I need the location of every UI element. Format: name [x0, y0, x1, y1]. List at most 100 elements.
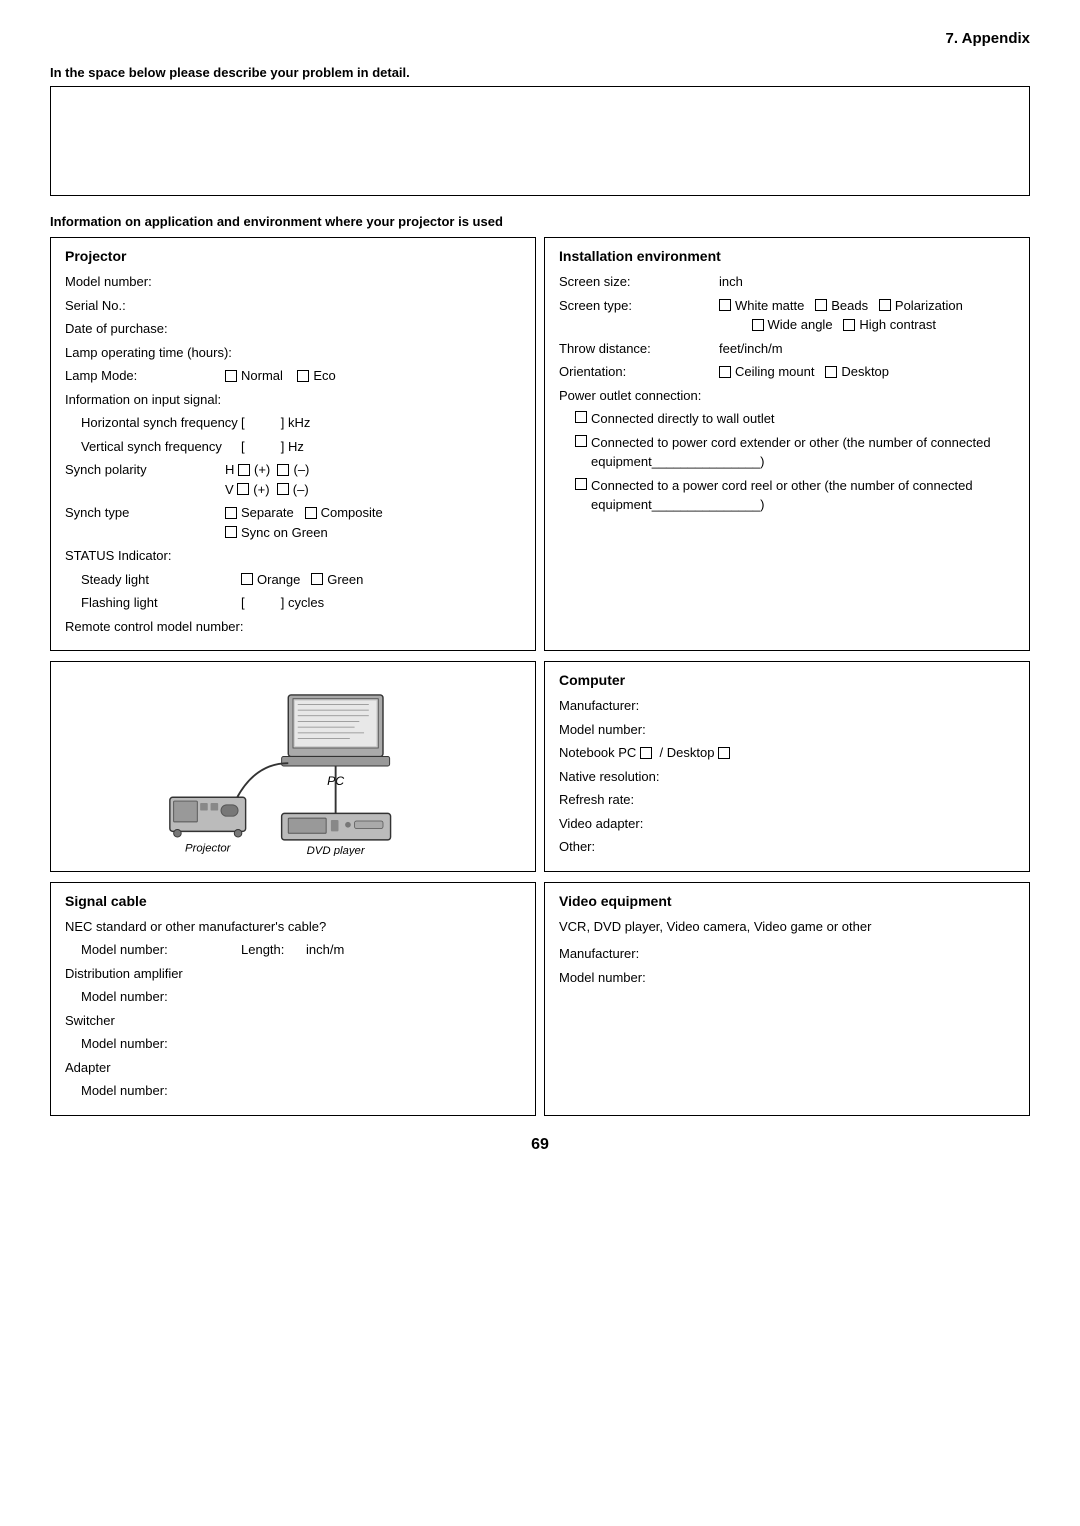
steady-light-label: Steady light [81, 570, 241, 590]
signal-cable-box: Signal cable NEC standard or other manuf… [50, 882, 536, 1116]
flashing-light-value: [ ] cycles [241, 593, 521, 613]
synch-polarity-row: Synch polarity H (+) (–) V (+) (–) [65, 460, 521, 499]
refresh-rate-label: Refresh rate: [559, 790, 634, 810]
adapter-row: Adapter [65, 1058, 521, 1078]
remote-control-row: Remote control model number: [65, 617, 521, 637]
white-matte-checkbox[interactable] [719, 299, 731, 311]
problem-text-box[interactable] [50, 86, 1030, 196]
eco-checkbox[interactable] [297, 370, 309, 382]
dist-model-label: Model number: [81, 987, 168, 1007]
video-model-row: Model number: [559, 968, 1015, 988]
v-synch-value: [ ] Hz [241, 437, 521, 457]
info-label: Information on application and environme… [50, 214, 1030, 229]
synch-type-label: Synch type [65, 503, 225, 523]
screen-size-label: Screen size: [559, 272, 719, 292]
lamp-hours-label: Lamp operating time (hours): [65, 343, 232, 363]
wide-angle-checkbox[interactable] [752, 319, 764, 331]
flashing-light-row: Flashing light [ ] cycles [81, 593, 521, 613]
video-equipment-box: Video equipment VCR, DVD player, Video c… [544, 882, 1030, 1116]
video-manufacturer-label: Manufacturer: [559, 944, 639, 964]
separate-checkbox[interactable] [225, 507, 237, 519]
reel-text: Connected to a power cord reel or other … [591, 476, 1015, 515]
synch-polarity-value: H (+) (–) V (+) (–) [225, 460, 521, 499]
lamp-mode-row: Lamp Mode: Normal Eco [65, 366, 521, 386]
throw-distance-row: Throw distance: feet/inch/m [559, 339, 1015, 359]
composite-checkbox[interactable] [305, 507, 317, 519]
computer-manufacturer-row: Manufacturer: [559, 696, 1015, 716]
notebook-checkbox[interactable] [640, 747, 652, 759]
signal-cable-title: Signal cable [65, 893, 521, 909]
notebook-desktop-row: Notebook PC / Desktop [559, 743, 1015, 763]
v-synch-label: Vertical synch frequency [81, 437, 241, 457]
date-purchase-row: Date of purchase: [65, 319, 521, 339]
computer-model-label: Model number: [559, 720, 646, 740]
input-signal-row: Information on input signal: [65, 390, 521, 410]
remote-control-label: Remote control model number: [65, 617, 243, 637]
direct-wall-checkbox[interactable] [575, 411, 587, 423]
status-indicator-row: STATUS Indicator: [65, 546, 521, 566]
video-description-text: VCR, DVD player, Video camera, Video gam… [559, 917, 871, 937]
input-signal-label: Information on input signal: [65, 390, 225, 410]
computer-title: Computer [559, 672, 1015, 688]
power-outlet-label-row: Power outlet connection: [559, 386, 1015, 406]
screen-type-row: Screen type: White matte Beads Polarizat… [559, 296, 1015, 335]
nec-standard-text: NEC standard or other manufacturer's cab… [65, 917, 326, 937]
v-minus-checkbox[interactable] [277, 483, 289, 495]
switcher-row: Switcher [65, 1011, 521, 1031]
computer-box: Computer Manufacturer: Model number: Not… [544, 661, 1030, 872]
other-label: Other: [559, 837, 595, 857]
high-contrast-checkbox[interactable] [843, 319, 855, 331]
lamp-mode-label: Lamp Mode: [65, 366, 225, 386]
screen-size-value: inch [719, 272, 1015, 292]
native-resolution-label: Native resolution: [559, 767, 659, 787]
throw-distance-value: feet/inch/m [719, 339, 1015, 359]
adapter-model-label: Model number: [81, 1081, 168, 1101]
synch-polarity-label: Synch polarity [65, 460, 225, 480]
status-indicator-label: STATUS Indicator: [65, 546, 225, 566]
screen-type-options: White matte Beads Polarization Wide angl… [719, 296, 1015, 335]
direct-wall-text: Connected directly to wall outlet [591, 409, 775, 429]
bottom-two-col: Signal cable NEC standard or other manuf… [50, 882, 1030, 1116]
polarization-checkbox[interactable] [879, 299, 891, 311]
power-outlet-label: Power outlet connection: [559, 386, 701, 406]
v-synch-row: Vertical synch frequency [ ] Hz [81, 437, 521, 457]
h-minus-checkbox[interactable] [277, 464, 289, 476]
native-resolution-row: Native resolution: [559, 767, 1015, 787]
signal-model-row: Model number: Length: inch/m [81, 940, 521, 960]
video-model-label: Model number: [559, 968, 646, 988]
v-plus-checkbox[interactable] [237, 483, 249, 495]
reel-checkbox[interactable] [575, 478, 587, 490]
serial-no-label: Serial No.: [65, 296, 225, 316]
normal-checkbox[interactable] [225, 370, 237, 382]
beads-checkbox[interactable] [815, 299, 827, 311]
switch-model-row: Model number: [81, 1034, 521, 1054]
green-checkbox[interactable] [311, 573, 323, 585]
computer-model-row: Model number: [559, 720, 1015, 740]
extender-text: Connected to power cord extender or othe… [591, 433, 1015, 472]
dist-model-row: Model number: [81, 987, 521, 1007]
page-number: 69 [50, 1136, 1030, 1154]
installation-title: Installation environment [559, 248, 1015, 264]
desktop-checkbox[interactable] [825, 366, 837, 378]
nec-standard-row: NEC standard or other manufacturer's cab… [65, 917, 521, 937]
video-manufacturer-row: Manufacturer: [559, 944, 1015, 964]
installation-box: Installation environment Screen size: in… [544, 237, 1030, 651]
computer-manufacturer-label: Manufacturer: [559, 696, 639, 716]
video-adapter-row: Video adapter: [559, 814, 1015, 834]
sync-green-checkbox[interactable] [225, 526, 237, 538]
ceiling-mount-checkbox[interactable] [719, 366, 731, 378]
orange-checkbox[interactable] [241, 573, 253, 585]
date-purchase-label: Date of purchase: [65, 319, 225, 339]
notebook-desktop-text: Notebook PC / Desktop [559, 743, 734, 763]
steady-light-options: Orange Green [241, 570, 521, 590]
orientation-label: Orientation: [559, 362, 719, 382]
signal-model-value: Length: inch/m [241, 940, 521, 960]
synch-type-row: Synch type Separate Composite Sync on Gr… [65, 503, 521, 542]
desktop2-checkbox[interactable] [718, 747, 730, 759]
switch-model-label: Model number: [81, 1034, 168, 1054]
extender-checkbox[interactable] [575, 435, 587, 447]
h-plus-checkbox[interactable] [238, 464, 250, 476]
synch-type-options: Separate Composite Sync on Green [225, 503, 521, 542]
h-synch-value: [ ] kHz [241, 413, 521, 433]
dvd-label-text: DVD player [307, 845, 366, 856]
